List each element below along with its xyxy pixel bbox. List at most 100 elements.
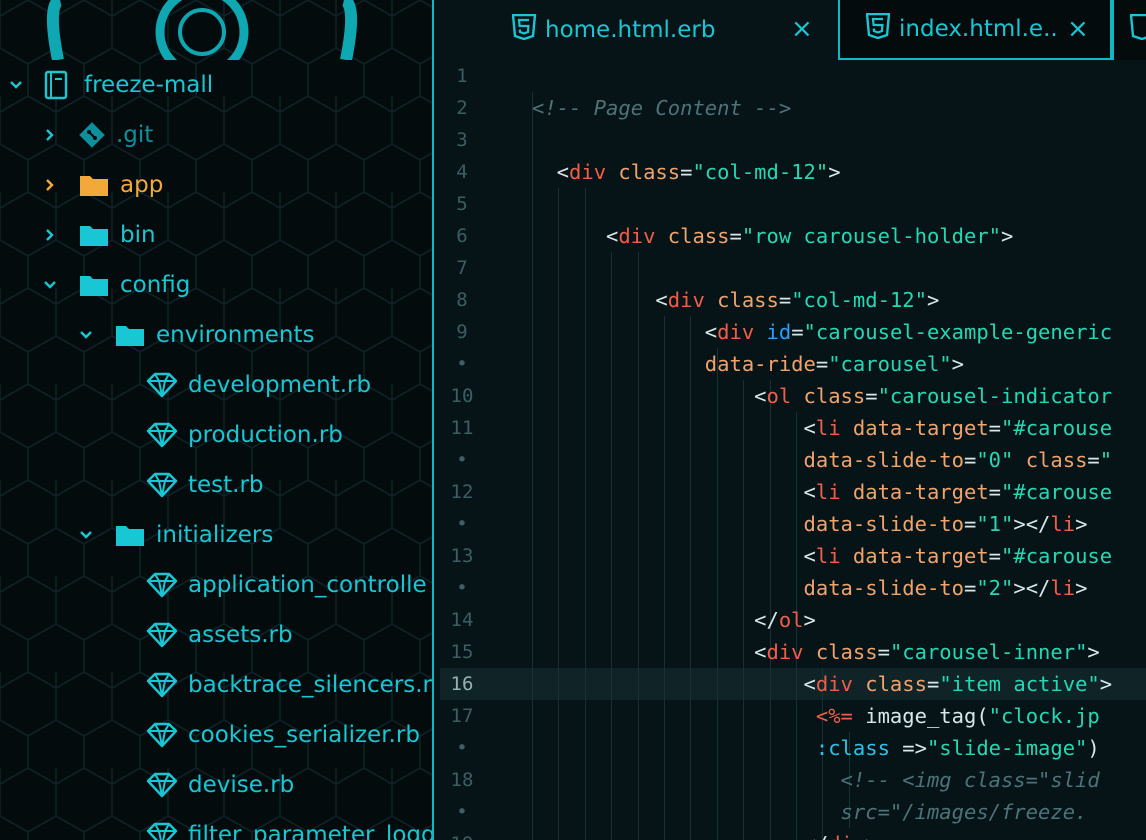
- code-line[interactable]: data-slide-to="1"></li>: [532, 508, 1088, 540]
- code-line[interactable]: </ol>: [532, 604, 816, 636]
- chevron-right-icon[interactable]: [40, 228, 60, 242]
- code-line[interactable]: <li data-target="#carouse: [532, 540, 1113, 572]
- tree-item-initializers[interactable]: initializers: [76, 510, 273, 560]
- tab-home-html-erb[interactable]: home.html.erb ×: [434, 0, 838, 60]
- code-token: <: [532, 224, 619, 248]
- tree-item-app[interactable]: app: [40, 160, 163, 210]
- code-token: div: [815, 672, 853, 696]
- tree-item-label: backtrace_silencers.r: [188, 672, 432, 698]
- book-icon: [40, 69, 72, 101]
- code-line[interactable]: data-ride="carousel">: [532, 348, 964, 380]
- code-line[interactable]: src="/images/freeze.: [532, 796, 1088, 828]
- code-token: data-slide-to: [532, 512, 964, 536]
- code-token: :class: [532, 736, 890, 760]
- code-token: class: [865, 672, 927, 696]
- line-number: 5: [456, 193, 468, 215]
- tree-file-production-rb[interactable]: production.rb: [146, 410, 343, 460]
- tree-item-git[interactable]: .git: [40, 110, 153, 160]
- chevron-down-icon[interactable]: [76, 330, 96, 340]
- code-line[interactable]: <div class="row carousel-holder">: [532, 220, 1013, 252]
- code-token: =: [1087, 448, 1100, 472]
- tree-file-assets-rb[interactable]: assets.rb: [146, 610, 293, 660]
- code-line[interactable]: <!-- Page Content -->: [532, 92, 791, 124]
- file-tree-panel: freeze-mall .git app bin config environm…: [0, 0, 432, 840]
- code-token: data-slide-to: [532, 448, 964, 472]
- code-line[interactable]: <div class="item active">: [532, 668, 1113, 700]
- tree-item-config[interactable]: config: [40, 260, 190, 310]
- line-number: •: [456, 577, 468, 599]
- code-token: "clock.jp: [988, 704, 1100, 728]
- code-area[interactable]: 123456789•1011•12•13•14151617•18•19 <!--…: [434, 60, 1146, 840]
- code-token: =: [877, 640, 890, 664]
- code-token: =: [791, 320, 804, 344]
- code-line[interactable]: </div>: [532, 828, 878, 840]
- line-number: 19: [434, 828, 490, 840]
- line-number: 15: [450, 641, 474, 663]
- code-editor[interactable]: home.html.erb × index.html.e.. × 1234567…: [434, 0, 1146, 840]
- code-token: =: [926, 672, 940, 696]
- code-token: div: [618, 224, 656, 248]
- code-line[interactable]: data-slide-to="2"></li>: [532, 572, 1088, 604]
- ruby-gem-icon: [146, 669, 178, 701]
- folder-icon: [114, 519, 146, 551]
- code-line[interactable]: <ol class="carousel-indicator: [532, 380, 1112, 412]
- code-token: "carousel-indicator: [877, 384, 1113, 408]
- code-token: "col-md-12": [692, 160, 829, 184]
- tree-item-label: assets.rb: [188, 622, 293, 648]
- line-number: 18: [450, 769, 474, 791]
- code-line[interactable]: <!-- <img class="slid: [532, 764, 1100, 796]
- code-line[interactable]: <li data-target="#carouse: [532, 476, 1113, 508]
- code-token: ></: [1013, 576, 1051, 600]
- chevron-down-icon[interactable]: [76, 530, 96, 540]
- code-line[interactable]: data-slide-to="0" class=": [532, 444, 1113, 476]
- tree-file-application-controller-renderer-rb[interactable]: application_controlle: [146, 560, 427, 610]
- tree-item-bin[interactable]: bin: [40, 210, 156, 260]
- code-token: class: [618, 160, 681, 184]
- tree-item-environments[interactable]: environments: [76, 310, 314, 360]
- code-token: >: [1075, 576, 1088, 600]
- code-token: =>: [889, 736, 927, 760]
- code-token: =: [729, 224, 742, 248]
- code-token: "1": [976, 512, 1014, 536]
- code-line[interactable]: :class =>"slide-image"): [532, 732, 1100, 764]
- tree-file-development-rb[interactable]: development.rb: [146, 360, 371, 410]
- code-line[interactable]: <div class="col-md-12">: [532, 156, 841, 188]
- ruby-gem-icon: [146, 569, 178, 601]
- tab-partial[interactable]: [1112, 0, 1146, 60]
- tree-file-backtrace-silencers-rb[interactable]: backtrace_silencers.r: [146, 660, 432, 710]
- code-line[interactable]: <li data-target="#carouse: [532, 412, 1113, 444]
- folder-icon: [78, 269, 110, 301]
- chevron-down-icon[interactable]: [6, 80, 26, 90]
- code-token: ": [1099, 448, 1113, 472]
- tree-item-label: initializers: [156, 522, 274, 548]
- tree-file-test-rb[interactable]: test.rb: [146, 460, 264, 510]
- close-icon[interactable]: ×: [791, 14, 813, 44]
- line-number: 6: [456, 225, 468, 247]
- tree-file-filter-parameter-logging-rb[interactable]: filter_parameter_logg: [146, 810, 432, 840]
- code-token: >: [828, 160, 841, 184]
- code-line[interactable]: <%= image_tag("clock.jp: [532, 700, 1100, 732]
- code-token: <: [532, 544, 816, 568]
- code-token: class: [803, 384, 866, 408]
- chevron-right-icon[interactable]: [40, 128, 60, 142]
- tab-index-html-erb[interactable]: index.html.e.. ×: [838, 0, 1112, 60]
- tree-root-freeze-mall[interactable]: freeze-mall: [6, 60, 213, 110]
- line-number: 9: [456, 321, 468, 343]
- code-token: li: [815, 416, 841, 440]
- code-line[interactable]: <div class="col-md-12">: [532, 284, 939, 316]
- tree-file-cookies-serializer-rb[interactable]: cookies_serializer.rb: [146, 710, 420, 760]
- chevron-right-icon[interactable]: [40, 178, 60, 192]
- code-token: >: [926, 288, 940, 312]
- code-token: data-target: [852, 480, 989, 504]
- ruby-gem-icon: [146, 769, 178, 801]
- tree-item-label: test.rb: [188, 472, 264, 498]
- chevron-down-icon[interactable]: [40, 280, 60, 290]
- code-token: "carousel-inner": [889, 640, 1088, 664]
- close-icon[interactable]: ×: [1067, 14, 1089, 44]
- code-line[interactable]: <div id="carousel-example-generic: [532, 316, 1112, 348]
- code-token: div: [828, 832, 865, 840]
- code-line[interactable]: <div class="carousel-inner">: [532, 636, 1100, 668]
- tree-file-devise-rb[interactable]: devise.rb: [146, 760, 294, 810]
